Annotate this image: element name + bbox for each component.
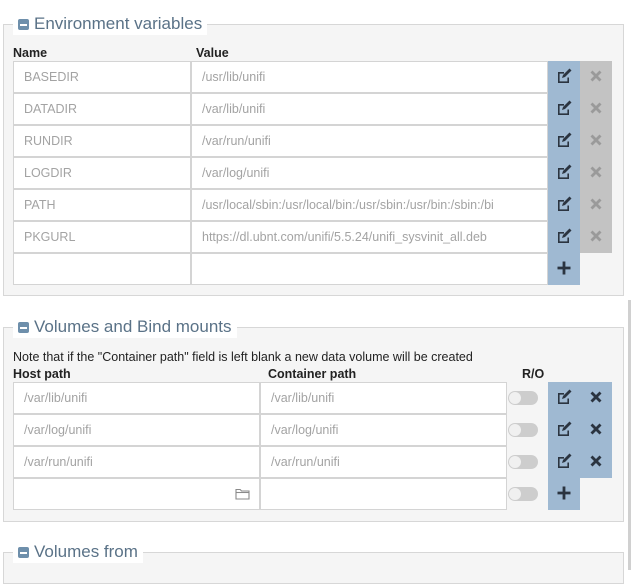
env-value-input[interactable]: /var/run/unifi xyxy=(191,125,548,157)
edit-icon xyxy=(556,228,572,247)
delete-button[interactable] xyxy=(580,125,612,157)
host-path-header: Host path xyxy=(13,367,71,381)
delete-button[interactable] xyxy=(580,446,612,478)
close-icon xyxy=(588,164,604,183)
new-read-only-toggle[interactable] xyxy=(508,487,538,501)
volumes-legend-title: Volumes and Bind mounts xyxy=(34,317,232,336)
edit-icon xyxy=(556,164,572,183)
collapse-env-icon[interactable] xyxy=(18,18,29,30)
edit-button[interactable] xyxy=(548,125,580,157)
edit-button[interactable] xyxy=(548,382,580,414)
delete-button[interactable] xyxy=(580,414,612,446)
close-icon xyxy=(588,100,604,119)
close-icon xyxy=(588,453,604,472)
collapse-volumes-from-icon[interactable] xyxy=(18,546,29,558)
host-path-input[interactable]: /var/run/unifi xyxy=(13,446,260,478)
edit-button[interactable] xyxy=(548,189,580,221)
collapse-volumes-icon[interactable] xyxy=(18,321,29,333)
env-name-input[interactable]: RUNDIR xyxy=(13,125,191,157)
env-value-input[interactable]: /usr/local/sbin:/usr/local/bin:/usr/sbin… xyxy=(191,189,548,221)
env-legend: Environment variables xyxy=(13,13,208,35)
delete-button[interactable] xyxy=(580,189,612,221)
env-name-header: Name xyxy=(13,46,48,60)
container-path-input[interactable]: /var/run/unifi xyxy=(260,446,507,478)
delete-button[interactable] xyxy=(580,61,612,93)
edit-icon xyxy=(556,196,572,215)
new-env-value-input[interactable] xyxy=(191,253,548,285)
close-icon xyxy=(588,421,604,440)
env-name-input[interactable]: BASEDIR xyxy=(13,61,191,93)
new-host-path-input[interactable] xyxy=(13,478,260,510)
edit-icon xyxy=(556,421,572,440)
ro-header: R/O xyxy=(522,367,545,381)
close-icon xyxy=(588,389,604,408)
close-icon xyxy=(588,196,604,215)
edit-icon xyxy=(556,132,572,151)
volumes-note: Note that if the "Container path" field … xyxy=(13,350,473,364)
folder-icon[interactable] xyxy=(235,487,250,503)
add-env-button[interactable] xyxy=(548,253,580,285)
volumes-from-legend-title: Volumes from xyxy=(34,542,138,561)
plus-icon xyxy=(556,260,572,279)
container-path-input[interactable]: /var/log/unifi xyxy=(260,414,507,446)
new-env-name-input[interactable] xyxy=(13,253,191,285)
edit-button[interactable] xyxy=(548,446,580,478)
edit-icon xyxy=(556,100,572,119)
close-icon xyxy=(588,132,604,151)
edit-button[interactable] xyxy=(548,61,580,93)
env-value-input[interactable]: https://dl.ubnt.com/unifi/5.5.24/unifi_s… xyxy=(191,221,548,253)
edit-icon xyxy=(556,389,572,408)
new-container-path-input[interactable] xyxy=(260,478,507,510)
env-value-header: Value xyxy=(196,46,229,60)
plus-icon xyxy=(556,485,572,504)
edit-icon xyxy=(556,453,572,472)
env-value-input[interactable]: /usr/lib/unifi xyxy=(191,61,548,93)
read-only-toggle[interactable] xyxy=(508,423,538,437)
host-path-input[interactable]: /var/log/unifi xyxy=(13,414,260,446)
env-legend-title: Environment variables xyxy=(34,14,203,33)
volumes-legend: Volumes and Bind mounts xyxy=(13,316,237,338)
edit-button[interactable] xyxy=(548,414,580,446)
read-only-toggle[interactable] xyxy=(508,391,538,405)
env-value-input[interactable]: /var/lib/unifi xyxy=(191,93,548,125)
edit-button[interactable] xyxy=(548,157,580,189)
edit-button[interactable] xyxy=(548,221,580,253)
container-path-input[interactable]: /var/lib/unifi xyxy=(260,382,507,414)
host-path-input[interactable]: /var/lib/unifi xyxy=(13,382,260,414)
volumes-from-legend: Volumes from xyxy=(13,541,143,563)
delete-button[interactable] xyxy=(580,93,612,125)
edit-button[interactable] xyxy=(548,93,580,125)
container-path-header: Container path xyxy=(268,367,357,381)
volumes-from-fieldset: Volumes from xyxy=(3,541,624,584)
env-name-input[interactable]: PATH xyxy=(13,189,191,221)
delete-button[interactable] xyxy=(580,157,612,189)
edit-icon xyxy=(556,68,572,87)
delete-button[interactable] xyxy=(580,382,612,414)
env-name-input[interactable]: PKGURL xyxy=(13,221,191,253)
env-name-input[interactable]: DATADIR xyxy=(13,93,191,125)
close-icon xyxy=(588,68,604,87)
env-value-input[interactable]: /var/log/unifi xyxy=(191,157,548,189)
add-volume-button[interactable] xyxy=(548,478,580,510)
close-icon xyxy=(588,228,604,247)
delete-button[interactable] xyxy=(580,221,612,253)
read-only-toggle[interactable] xyxy=(508,455,538,469)
env-name-input[interactable]: LOGDIR xyxy=(13,157,191,189)
